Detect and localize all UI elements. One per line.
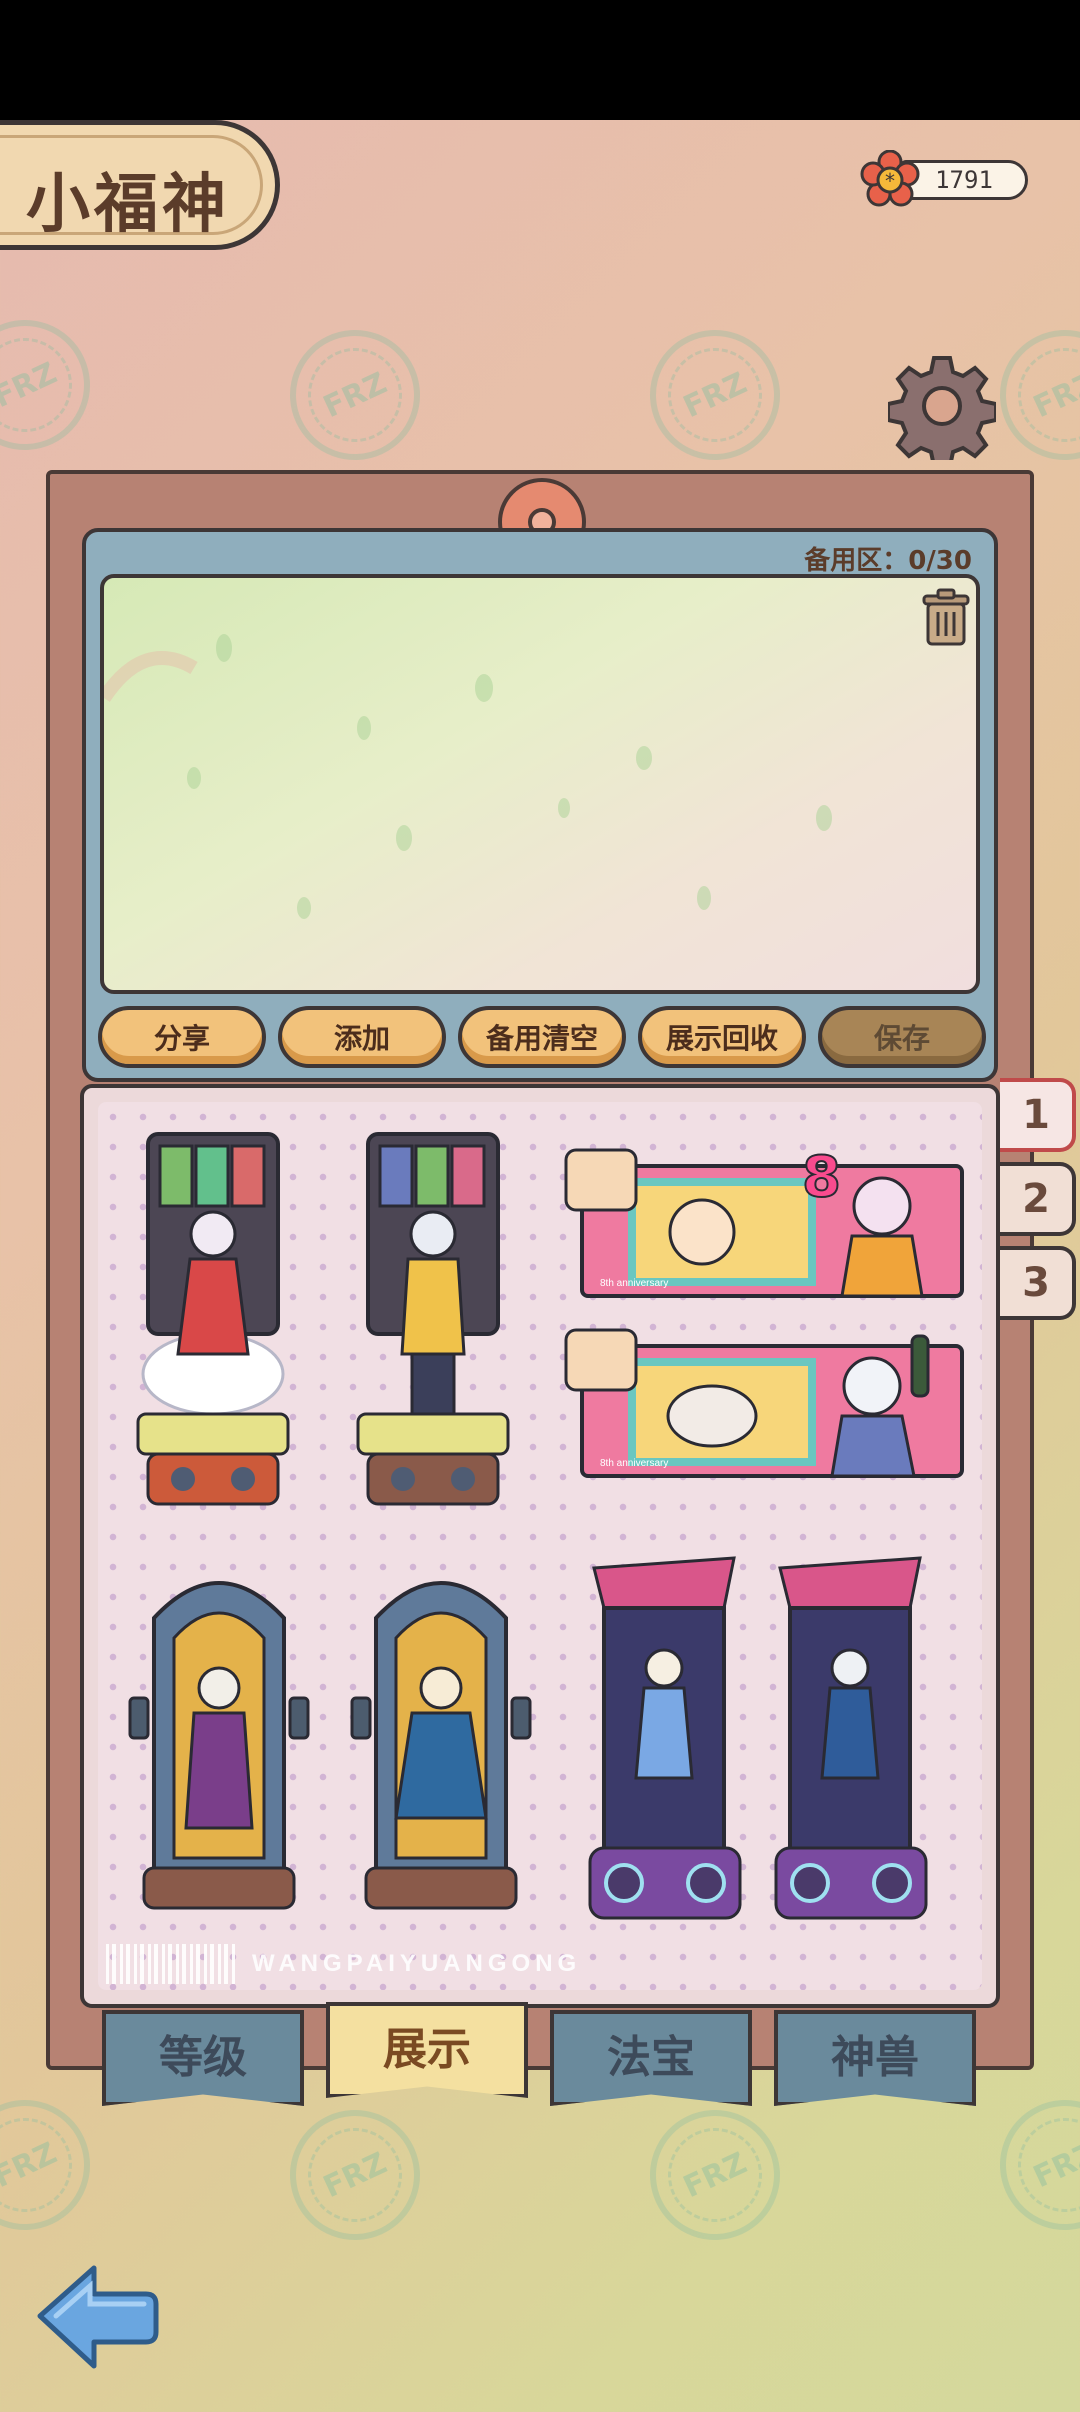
- flower-coin-icon: *: [860, 150, 920, 207]
- save-button[interactable]: 保存: [818, 1006, 986, 1068]
- trash-icon[interactable]: [920, 588, 972, 648]
- page-tab-2[interactable]: 2: [1000, 1162, 1076, 1236]
- page-title: 小福神: [26, 168, 230, 242]
- page-tab-1[interactable]: 1: [1000, 1078, 1076, 1152]
- stamp-decoration: FRZ: [628, 2088, 802, 2262]
- recycle-display-button[interactable]: 展示回收: [638, 1006, 806, 1068]
- svg-text:*: *: [885, 169, 895, 193]
- page-tab-3[interactable]: 3: [1000, 1246, 1076, 1320]
- tab-treasure[interactable]: 法宝: [550, 2010, 752, 2106]
- share-button[interactable]: 分享: [98, 1006, 266, 1068]
- reserve-background-pattern: [104, 634, 832, 919]
- brand-watermark: WANGPAIYUANGONG: [252, 1950, 582, 1977]
- tab-display[interactable]: 展示: [326, 2002, 528, 2098]
- reserve-drop-area[interactable]: [100, 574, 980, 994]
- reserve-button-row: 分享 添加 备用清空 展示回收 保存: [98, 1006, 986, 1068]
- banner-text: 8th anniversary: [600, 1278, 668, 1289]
- barcode-decoration: [106, 1944, 236, 1984]
- stamp-decoration: FRZ: [628, 308, 802, 482]
- svg-text:8: 8: [802, 1145, 841, 1210]
- add-button[interactable]: 添加: [278, 1006, 446, 1068]
- stamp-decoration: FRZ: [268, 2088, 442, 2262]
- card-gothic-frame-2[interactable]: [346, 1548, 536, 1918]
- title-plate: 小福神: [0, 120, 280, 250]
- clear-reserve-button[interactable]: 备用清空: [458, 1006, 626, 1068]
- card-throne-figure-1[interactable]: [128, 1124, 298, 1524]
- reserve-count-label: 备用区：0/30: [804, 546, 972, 576]
- stamp-decoration: FRZ: [268, 308, 442, 482]
- card-anniversary-banner-1[interactable]: 8 8th anniversary: [562, 1136, 972, 1306]
- currency-display: 1791 *: [860, 150, 1035, 207]
- card-anniversary-banner-2[interactable]: 8th anniversary: [562, 1316, 972, 1486]
- stamp-decoration: FRZ: [0, 2078, 112, 2252]
- display-board: 8 8th anniversary 8th anniversary WANGPA…: [80, 1084, 1000, 2008]
- reserve-panel: 备用区：0/30 分享 添加 备用清空 展示回收 保存: [82, 528, 998, 1082]
- settings-gear-icon[interactable]: [888, 352, 996, 460]
- card-throne-figure-2[interactable]: [348, 1124, 518, 1524]
- banner-text: 8th anniversary: [600, 1458, 668, 1469]
- card-stage-2[interactable]: [760, 1548, 940, 1938]
- card-stage-1[interactable]: [574, 1548, 754, 1938]
- tab-beast[interactable]: 神兽: [774, 2010, 976, 2106]
- card-gothic-frame-1[interactable]: [124, 1548, 314, 1918]
- stamp-decoration: FRZ: [978, 2078, 1080, 2252]
- stamp-decoration: FRZ: [0, 298, 112, 472]
- status-bar: [0, 0, 1080, 120]
- back-arrow-icon[interactable]: [34, 2262, 160, 2370]
- tab-level[interactable]: 等级: [102, 2010, 304, 2106]
